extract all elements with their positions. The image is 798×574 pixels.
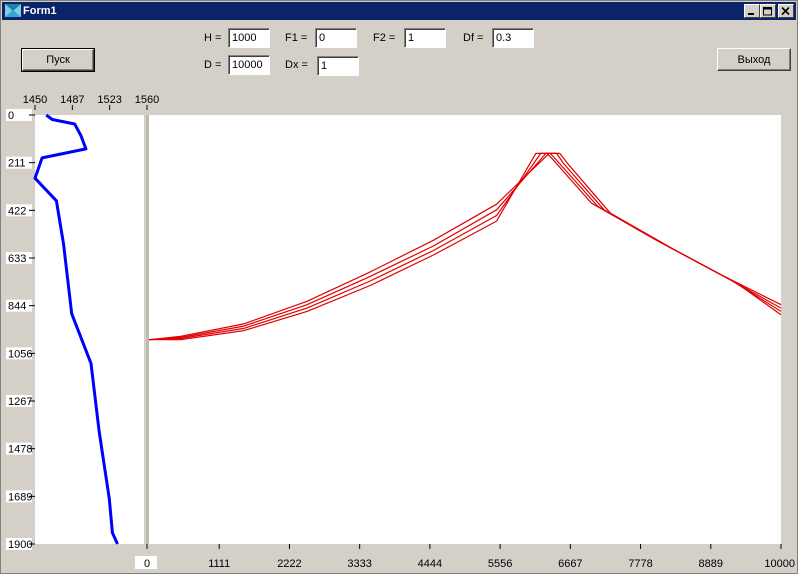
top-tick-label: 1487 — [60, 94, 84, 106]
left-tick-label: 422 — [8, 205, 26, 217]
bottom-tick-label: 0 — [144, 558, 150, 570]
left-tick-label: 633 — [8, 253, 26, 265]
left-tick-label: 844 — [8, 301, 26, 313]
left-tick-label: 211 — [8, 158, 26, 170]
left-tick-label: 1478 — [8, 444, 32, 456]
bottom-tick-label: 4444 — [418, 558, 442, 570]
top-tick-label: 1523 — [97, 94, 121, 106]
ray-panel — [149, 115, 781, 544]
bottom-tick-label: 6667 — [558, 558, 582, 570]
left-tick-label: 1267 — [8, 396, 32, 408]
bottom-tick-label: 2222 — [277, 558, 301, 570]
left-tick-label: 1900 — [8, 539, 32, 551]
top-tick-label: 1560 — [135, 94, 159, 106]
bottom-tick-label: 10000 — [764, 558, 795, 570]
profile-panel — [35, 115, 144, 544]
plot-area: 1450 1487 1523 1560 0 211 422 633 844 1056 1267 147… — [6, 94, 795, 570]
top-tick-label: 1450 — [23, 94, 47, 106]
bottom-tick-label: 8889 — [699, 558, 723, 570]
main-window: Form1 Пуск Выход H = F1 = F2 = Df = D = … — [0, 0, 798, 574]
bottom-tick-label: 7778 — [628, 558, 652, 570]
left-tick-label: 0 — [8, 110, 14, 122]
left-tick-label: 1056 — [8, 348, 32, 360]
bottom-tick-label: 1111 — [208, 558, 230, 570]
left-tick-label: 1689 — [8, 491, 32, 503]
bottom-tick-label: 3333 — [347, 558, 371, 570]
panel-divider — [146, 115, 149, 544]
bottom-tick-label: 5556 — [488, 558, 512, 570]
